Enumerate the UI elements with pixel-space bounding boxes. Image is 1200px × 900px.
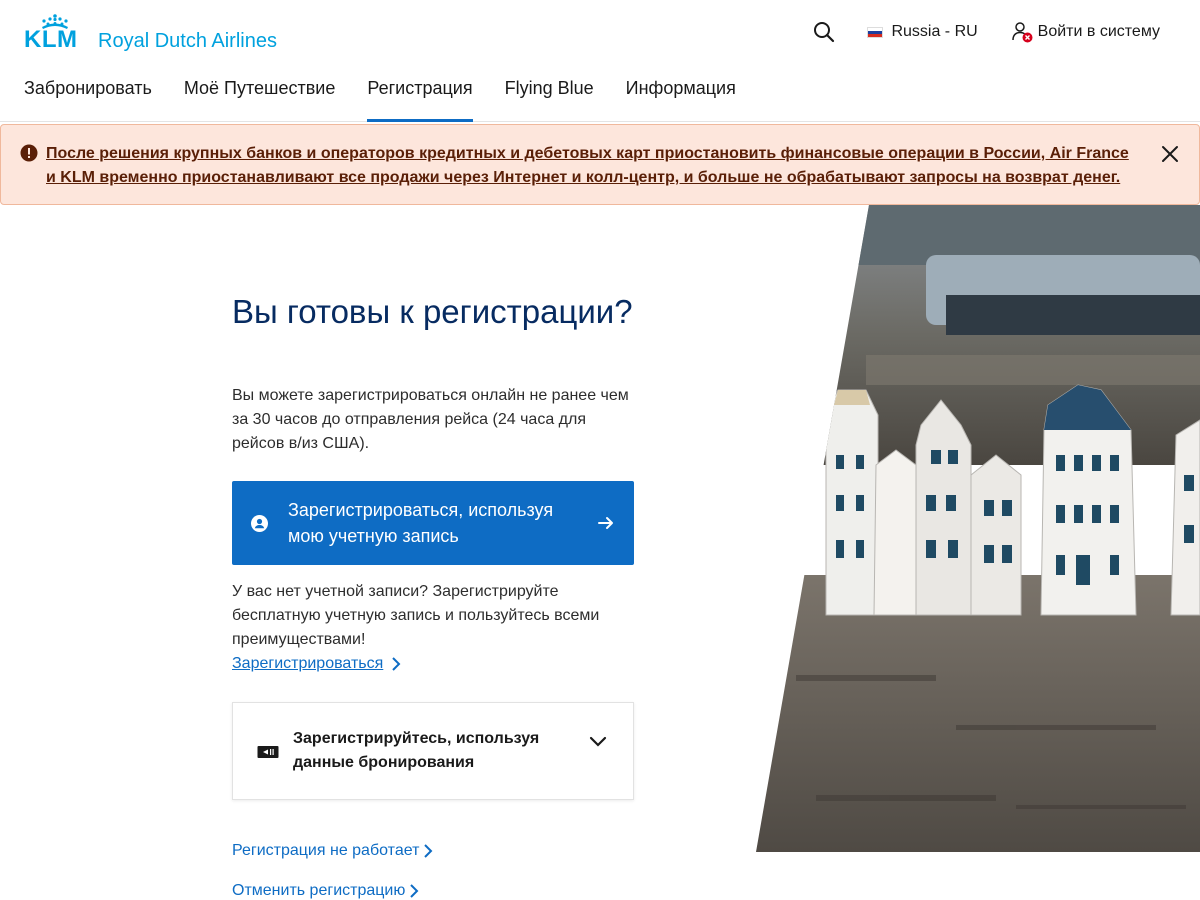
chevron-right-icon (392, 657, 401, 671)
cancel-check-in-link[interactable]: Отменить регистрацию (232, 879, 419, 900)
alert-message[interactable]: После решения крупных банков и операторо… (46, 142, 1141, 190)
login-button[interactable]: Войти в систему (1010, 20, 1160, 44)
brand-name: Royal Dutch Airlines (98, 30, 277, 52)
site-header: KLM Royal Dutch Airlines Russia - RU Вой… (0, 0, 1200, 122)
check-in-not-working-label: Регистрация не работает (232, 842, 420, 859)
hero-photo-canal-houses (756, 205, 1200, 852)
nav-item-book[interactable]: Забронировать (24, 70, 152, 122)
boarding-pass-icon (257, 746, 279, 758)
intro-text: Вы можете зарегистрироваться онлайн не р… (232, 387, 629, 452)
chevron-right-icon (410, 884, 419, 898)
booking-details-label: Зарегистрируйтесь, используя данные брон… (293, 730, 540, 771)
booking-details-accordion[interactable]: Зарегистрируйтесь, используя данные брон… (232, 702, 634, 800)
page-title: Вы готовы к регистрации? (232, 293, 633, 330)
no-account-text: У вас нет учетной записи? Зарегистрируйт… (232, 583, 600, 648)
alert-banner: После решения крупных банков и операторо… (0, 124, 1200, 205)
check-in-with-account-button[interactable]: Зарегистрироваться, используя мою учетну… (232, 481, 634, 565)
login-label: Войти в систему (1037, 23, 1160, 40)
language-label: Russia - RU (891, 23, 978, 40)
nav-item-information[interactable]: Информация (626, 70, 736, 122)
chevron-down-icon (589, 736, 607, 747)
language-selector[interactable]: Russia - RU (867, 23, 978, 41)
russia-flag-icon (867, 26, 884, 38)
chevron-right-icon (424, 844, 433, 858)
logo-klm-text: KLM (24, 26, 78, 53)
main-nav: Забронировать Моё Путешествие Регистраци… (24, 70, 768, 122)
register-link[interactable]: Зарегистрироваться (232, 652, 401, 676)
header-utilities: Russia - RU Войти в систему (813, 18, 1160, 46)
warning-icon (20, 144, 38, 162)
close-icon[interactable] (1159, 143, 1181, 165)
nav-item-my-trip[interactable]: Моё Путешествие (184, 70, 336, 122)
logo-mark: KLM (24, 14, 86, 52)
search-icon[interactable] (813, 21, 835, 43)
check-in-not-working-link[interactable]: Регистрация не работает (232, 839, 433, 863)
user-error-icon (1011, 22, 1033, 43)
klm-logo[interactable]: KLM Royal Dutch Airlines (24, 12, 277, 52)
nav-item-flying-blue[interactable]: Flying Blue (505, 70, 594, 122)
cancel-check-in-label: Отменить регистрацию (232, 882, 406, 899)
arrow-right-icon (598, 517, 613, 529)
check-in-with-account-label: Зарегистрироваться, используя мою учетну… (288, 500, 554, 546)
register-link-label: Зарегистрироваться (232, 655, 384, 672)
nav-item-check-in[interactable]: Регистрация (367, 70, 473, 122)
user-circle-icon (251, 515, 268, 532)
